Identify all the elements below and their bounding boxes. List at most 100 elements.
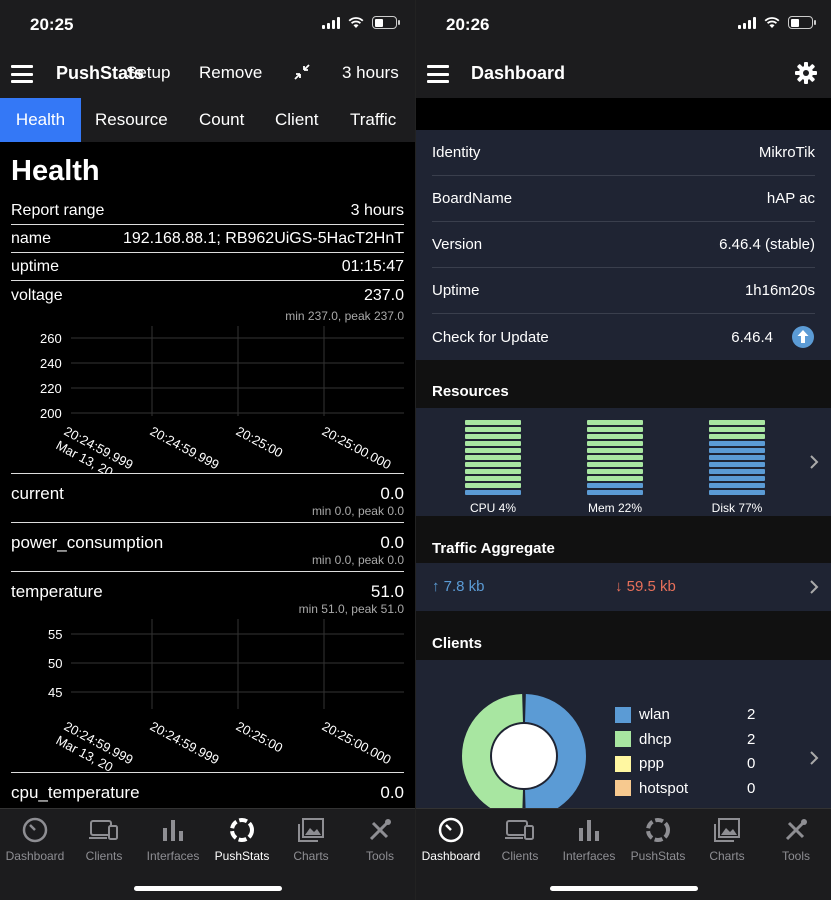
aperture-icon: [230, 818, 254, 842]
current-minpeak: min 0.0, peak 0.0: [11, 504, 404, 523]
legend-count: 2: [747, 730, 756, 748]
resources-title: Resources: [432, 383, 509, 400]
row-value: 0.0: [380, 783, 404, 802]
row-label: BoardName: [432, 190, 513, 207]
row-value: 237.0: [363, 287, 404, 304]
legend-count: 2: [747, 706, 756, 723]
y-tick: 260: [40, 331, 62, 346]
tabbar-clients[interactable]: Clients: [69, 815, 139, 863]
x-tick: 20:25:00: [234, 718, 286, 755]
home-indicator: [133, 886, 282, 891]
legend-swatch: [615, 731, 631, 747]
tabbar-tools[interactable]: Tools: [761, 815, 831, 863]
x-tick: 20:25:00.000: [320, 423, 394, 472]
left-screen: 20:25 PushStats Setup Remove 3 hours Hea…: [0, 0, 415, 900]
tabbar-label: PushStats: [630, 849, 686, 863]
report-range-row: Report range 3 hours: [11, 197, 404, 225]
setup-button[interactable]: Setup: [126, 63, 170, 83]
gauge-segment: [465, 490, 521, 495]
tab-traffic[interactable]: Traffic: [338, 98, 408, 142]
gauge-segment: [709, 483, 765, 488]
row-label: Identity: [432, 144, 481, 161]
resources-card[interactable]: CPU 4% Mem 22% Disk 77%: [416, 408, 831, 516]
gauge-segment: [465, 420, 521, 425]
tabbar-label: Dashboard: [421, 849, 481, 863]
y-tick: 55: [48, 627, 62, 642]
photo-icon: [298, 818, 324, 842]
tab-health[interactable]: Health: [0, 98, 81, 142]
tabbar-label: Dashboard: [5, 849, 65, 863]
gear-icon[interactable]: [795, 62, 817, 84]
remove-button[interactable]: Remove: [199, 63, 262, 83]
section-heading: Health: [11, 155, 100, 187]
x-tick: 20:25:00.000: [320, 718, 394, 767]
status-bar: 20:25: [0, 0, 415, 48]
clients-card[interactable]: wlan 2 dhcp 2 ppp 0 hotspot 0: [416, 660, 831, 808]
tabbar-dashboard[interactable]: Dashboard: [416, 815, 486, 863]
gauge-segment: [587, 483, 643, 488]
tabbar-label: PushStats: [214, 849, 270, 863]
devices-icon: [89, 820, 118, 840]
row-label: Check for Update: [432, 328, 549, 346]
gauge-segment: [465, 448, 521, 453]
check-update-row[interactable]: Check for Update 6.46.4: [432, 314, 815, 360]
tabbar-pushstats[interactable]: PushStats: [207, 815, 277, 863]
row-label: temperature: [11, 582, 103, 601]
tabbar-charts[interactable]: Charts: [276, 815, 346, 863]
menu-icon[interactable]: [11, 65, 33, 83]
row-label: name: [11, 230, 52, 247]
voltage-chart: 260 240 220 200 20:24:59.999 Mar 13, 20 …: [11, 326, 415, 480]
gauge-segment: [709, 462, 765, 467]
gauge-segment: [465, 455, 521, 460]
collapse-icon[interactable]: [292, 62, 312, 82]
tabbar-tools[interactable]: Tools: [345, 815, 415, 863]
y-tick: 220: [40, 381, 62, 396]
legend-swatch: [615, 706, 631, 723]
range-button[interactable]: 3 hours: [342, 63, 399, 83]
name-row: name 192.168.88.1; RB962UiGS-5HacT2HnT: [11, 225, 404, 253]
chevron-right-icon: [810, 580, 819, 594]
tabbar-charts[interactable]: Charts: [692, 815, 762, 863]
tabbar-interfaces[interactable]: Interfaces: [554, 815, 624, 863]
tab-client[interactable]: Client: [263, 98, 330, 142]
tab-resource[interactable]: Resource: [83, 98, 180, 142]
traffic-title: Traffic Aggregate: [432, 540, 555, 557]
legend-label: ppp: [639, 755, 665, 772]
cpu-temperature-row: cpu_temperature 0.0: [11, 773, 404, 803]
gauge-segment: [709, 441, 765, 446]
row-value: 6.46.4: [731, 328, 773, 346]
gauge-segment: [465, 427, 521, 432]
row-value: 0.0: [380, 484, 404, 503]
gauge-segment: [465, 469, 521, 474]
gauge-label: Mem 22%: [587, 501, 643, 515]
gauge-bars: [465, 420, 521, 495]
health-content: Health Report range 3 hours name 192.168.8…: [0, 142, 415, 808]
row-value: 51.0: [370, 582, 404, 601]
menu-icon[interactable]: [427, 65, 449, 83]
tabbar-interfaces[interactable]: Interfaces: [138, 815, 208, 863]
traffic-card[interactable]: ↑ 7.8 kb ↓ 59.5 kb: [416, 563, 831, 611]
x-tick: 20:24:59.999: [148, 423, 222, 472]
gauge-segment: [587, 462, 643, 467]
cpu-gauge: CPU 4%: [465, 420, 521, 515]
tabbar-label: Interfaces: [146, 849, 200, 863]
y-tick: 240: [40, 356, 62, 371]
gauge-segment: [709, 448, 765, 453]
signal-icon: [322, 16, 340, 29]
row-value: MikroTik: [758, 144, 815, 161]
page-title: Dashboard: [471, 63, 566, 83]
tabbar-label: Clients: [85, 849, 123, 863]
gauge-segment: [587, 476, 643, 481]
voltage-chart-svg: 260 240 220 200 20:24:59.999 Mar 13, 20 …: [40, 326, 415, 480]
tabbar-dashboard[interactable]: Dashboard: [0, 815, 70, 863]
chevron-right-icon: [810, 455, 819, 469]
tabbar-pushstats[interactable]: PushStats: [623, 815, 693, 863]
tab-count[interactable]: Count: [187, 98, 256, 142]
tabbar-label: Tools: [781, 849, 810, 863]
tabbar-clients[interactable]: Clients: [485, 815, 555, 863]
gauge-segment: [709, 427, 765, 432]
upload-icon[interactable]: [791, 325, 815, 349]
bottom-tab-bar: Dashboard Clients Interfaces PushStats C…: [416, 808, 831, 900]
gauge-segment: [709, 476, 765, 481]
row-label: Uptime: [432, 282, 480, 299]
